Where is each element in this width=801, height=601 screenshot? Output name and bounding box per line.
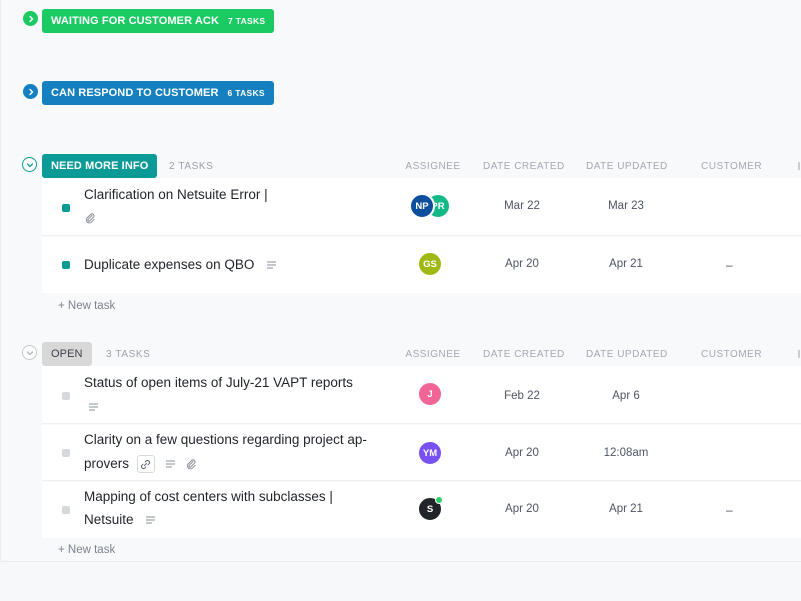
chevron-right-icon bbox=[28, 15, 33, 22]
date-created[interactable]: Apr 20 bbox=[487, 503, 557, 515]
collapse-group-open-button[interactable] bbox=[22, 345, 37, 360]
task-name-line2: Netsuite bbox=[84, 508, 156, 532]
column-header-date-updated[interactable]: DATE UPDATED bbox=[586, 161, 667, 172]
task-name-continuation[interactable]: Netsuite bbox=[84, 512, 134, 527]
status-square[interactable] bbox=[62, 506, 70, 514]
task-row[interactable]: Clarity on a few questions regarding pro… bbox=[42, 425, 801, 481]
date-updated[interactable]: 12:08am bbox=[591, 447, 661, 459]
paperclip-icon bbox=[187, 459, 196, 470]
task-name-line2: provers bbox=[84, 452, 197, 476]
paperclip-icon bbox=[85, 213, 95, 224]
link-icon bbox=[141, 459, 151, 469]
date-created[interactable]: Apr 20 bbox=[487, 258, 557, 270]
date-created[interactable]: Feb 22 bbox=[487, 390, 557, 402]
status-square[interactable] bbox=[62, 204, 70, 212]
status-label: NEED MORE INFO bbox=[51, 160, 149, 172]
date-created[interactable]: Apr 20 bbox=[487, 447, 557, 459]
task-row[interactable]: Mapping of cost centers with subclasses … bbox=[42, 482, 801, 538]
column-header-customer[interactable]: CUSTOMER bbox=[701, 161, 762, 172]
description-icon bbox=[165, 460, 175, 468]
customer-empty[interactable]: – bbox=[726, 503, 733, 517]
avatar[interactable]: S bbox=[417, 496, 443, 522]
description-icon bbox=[146, 516, 156, 524]
column-header-date-created[interactable]: DATE CREATED bbox=[483, 349, 564, 360]
chevron-down-icon bbox=[26, 350, 33, 355]
collapse-group-need-more-info-button[interactable] bbox=[22, 157, 37, 172]
expand-group-waiting-button[interactable] bbox=[23, 11, 38, 26]
status-label: CAN RESPOND TO CUSTOMER bbox=[51, 87, 219, 99]
date-created[interactable]: Mar 22 bbox=[487, 200, 557, 212]
status-label: OPEN bbox=[51, 348, 83, 360]
link-button[interactable] bbox=[136, 455, 155, 474]
task-row[interactable]: Status of open items of July-21 VAPT rep… bbox=[42, 366, 801, 424]
task-row[interactable]: Duplicate expenses on QBO GS Apr 20 Apr … bbox=[42, 237, 801, 293]
status-square[interactable] bbox=[62, 392, 70, 400]
chevron-down-icon bbox=[26, 162, 33, 167]
new-task-button[interactable]: + New task bbox=[58, 544, 115, 556]
group-task-count: 3 TASKS bbox=[106, 349, 151, 360]
column-header-date-created[interactable]: DATE CREATED bbox=[483, 161, 564, 172]
online-status-indicator bbox=[435, 496, 443, 504]
task-name[interactable]: Mapping of cost centers with subclasses … bbox=[84, 485, 333, 509]
status-pill-need-more-info[interactable]: NEED MORE INFO bbox=[42, 154, 158, 178]
status-pill-open[interactable]: OPEN bbox=[42, 342, 92, 366]
chevron-right-icon bbox=[28, 88, 33, 95]
column-header-date-updated[interactable]: DATE UPDATED bbox=[586, 349, 667, 360]
customer-empty[interactable]: – bbox=[726, 258, 733, 272]
column-header-customer[interactable]: CUSTOMER bbox=[701, 349, 762, 360]
status-pill-can-respond[interactable]: CAN RESPOND TO CUSTOMER 6 TASKS bbox=[42, 81, 274, 105]
task-name[interactable]: Clarification on Netsuite Error | bbox=[84, 183, 268, 207]
avatar-initials: S bbox=[426, 503, 434, 515]
status-square[interactable] bbox=[62, 261, 70, 269]
date-updated[interactable]: Apr 21 bbox=[591, 258, 661, 270]
status-label: WAITING FOR CUSTOMER ACK bbox=[51, 15, 220, 27]
avatar[interactable]: GS bbox=[417, 251, 443, 277]
date-updated[interactable]: Apr 21 bbox=[591, 503, 661, 515]
description-icon bbox=[89, 403, 98, 411]
group-task-count: 2 TASKS bbox=[169, 161, 214, 172]
status-pill-waiting[interactable]: WAITING FOR CUSTOMER ACK 7 TASKS bbox=[42, 9, 275, 33]
column-overflow-marker bbox=[798, 162, 800, 170]
column-header-assignee[interactable]: ASSIGNEE bbox=[403, 161, 463, 172]
expand-group-can-respond-button[interactable] bbox=[23, 84, 38, 99]
task-count: 6 TASKS bbox=[227, 88, 265, 98]
date-updated[interactable]: Mar 23 bbox=[591, 200, 661, 212]
task-board: WAITING FOR CUSTOMER ACK 7 TASKS CAN RES… bbox=[0, 0, 801, 562]
avatar[interactable]: YM bbox=[417, 440, 443, 466]
column-header-assignee[interactable]: ASSIGNEE bbox=[403, 349, 463, 360]
avatar[interactable]: J bbox=[417, 381, 443, 407]
column-overflow-marker bbox=[798, 350, 800, 358]
new-task-button[interactable]: + New task bbox=[58, 300, 115, 312]
task-name[interactable]: Clarity on a few questions regarding pro… bbox=[84, 428, 367, 452]
task-name[interactable]: Status of open items of July-21 VAPT rep… bbox=[84, 371, 353, 395]
date-updated[interactable]: Apr 6 bbox=[591, 390, 661, 402]
task-row[interactable]: Clarification on Netsuite Error | PR NP … bbox=[42, 178, 801, 236]
task-name-with-icon: Duplicate expenses on QBO bbox=[84, 253, 277, 277]
avatar[interactable]: NP bbox=[409, 193, 435, 219]
task-name-continuation[interactable]: provers bbox=[84, 456, 129, 471]
task-count: 7 TASKS bbox=[228, 16, 266, 26]
description-icon bbox=[267, 261, 277, 269]
task-name[interactable]: Duplicate expenses on QBO bbox=[84, 257, 254, 272]
status-square[interactable] bbox=[62, 449, 70, 457]
